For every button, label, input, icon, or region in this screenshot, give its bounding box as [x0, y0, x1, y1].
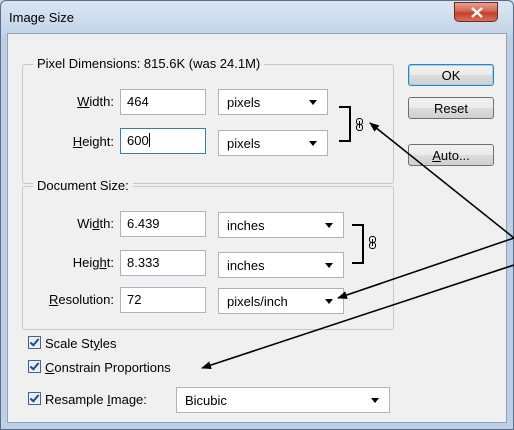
annotation-arrow-constrain: [201, 264, 514, 369]
annotation-arrows: [201, 122, 514, 369]
annotation-arrow-resolution: [337, 237, 514, 299]
annotation-arrow-link: [369, 122, 514, 239]
